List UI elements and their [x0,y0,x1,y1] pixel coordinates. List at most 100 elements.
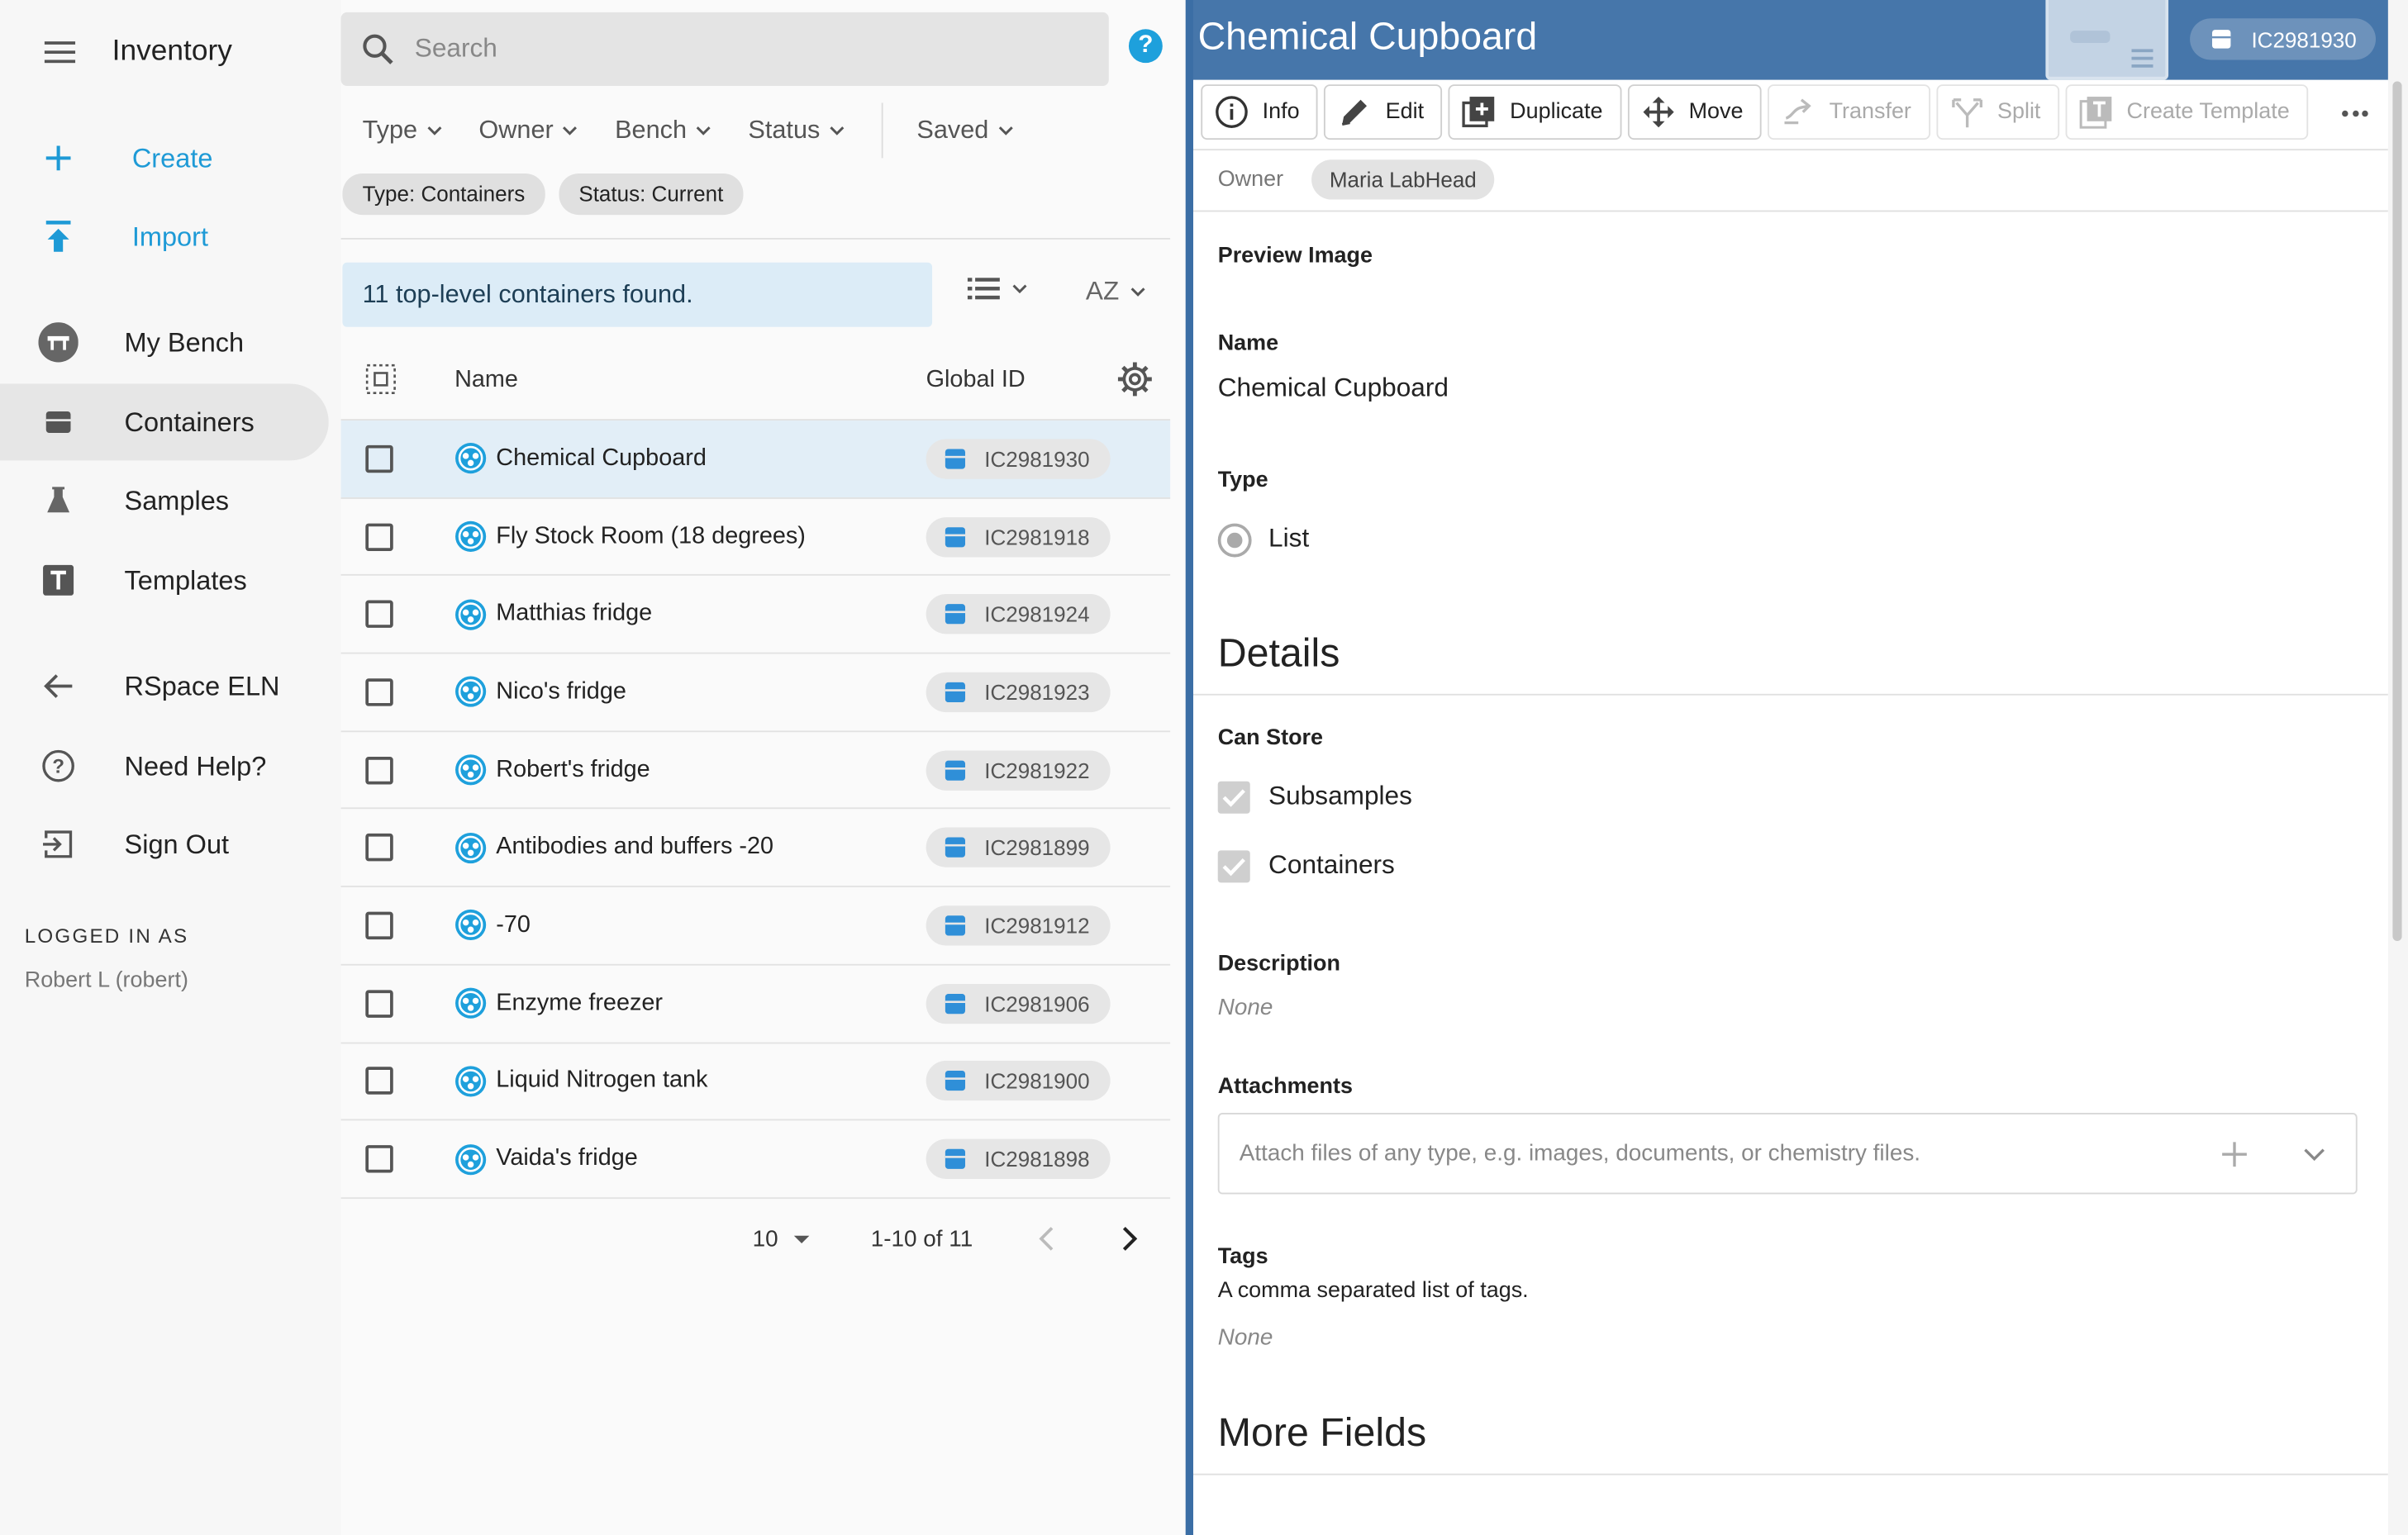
box-icon [945,759,966,781]
row-checkbox[interactable] [365,522,393,551]
row-checkbox[interactable] [365,834,393,862]
row-checkbox[interactable] [365,1067,393,1095]
row-name[interactable]: Fly Stock Room (18 degrees) [496,523,806,550]
row-name[interactable]: Liquid Nitrogen tank [496,1067,707,1095]
sidebar-item-templates[interactable]: Templates [0,542,329,619]
chevron-right-icon[interactable] [1118,1224,1140,1254]
row-name[interactable]: Antibodies and buffers -20 [496,834,773,861]
button-label: Transfer [1829,99,1911,125]
row-checkbox[interactable] [365,678,393,706]
create-label: Create [131,141,213,173]
table-row[interactable]: Enzyme freezer IC2981906 [340,965,1171,1043]
global-id-badge[interactable]: IC2981930 [2190,18,2376,60]
chevron-down-icon[interactable] [2302,1145,2327,1163]
filter-bench[interactable]: Bench [615,116,711,145]
plus-icon[interactable] [2220,1140,2248,1167]
row-name[interactable]: Robert's fridge [496,756,650,783]
gear-icon[interactable] [1116,361,1154,398]
sidebar-item-containers[interactable]: Containers [0,383,329,461]
row-checkbox[interactable] [365,756,393,784]
row-checkbox[interactable] [365,1145,393,1173]
table-row[interactable]: Antibodies and buffers -20 IC2981899 [340,810,1171,888]
link-sign-out[interactable]: Sign Out [0,806,329,882]
create-button[interactable]: Create [0,120,329,197]
search-icon [359,31,397,68]
table-row[interactable]: Fly Stock Room (18 degrees) IC2981918 [340,498,1171,577]
filter-chip[interactable]: Status: Current [559,173,744,216]
check-icon [1222,858,1245,877]
filter-status[interactable]: Status [748,116,845,145]
move-button[interactable]: Move [1627,84,1762,140]
filter-owner[interactable]: Owner [478,116,578,145]
transfer-button[interactable]: Transfer [1768,84,1930,140]
create-template-button[interactable]: Create Template [2065,84,2309,140]
row-checkbox[interactable] [365,444,393,473]
global-id-chip[interactable]: IC2981898 [926,1138,1111,1180]
global-id-chip[interactable]: IC2981924 [926,594,1111,634]
sidebar-item-my-bench[interactable]: My Bench [0,304,329,381]
column-header-name[interactable]: Name [454,366,518,393]
global-id-chip[interactable]: IC2981922 [926,749,1111,791]
table-row[interactable]: -70 IC2981912 [340,887,1171,966]
help-icon[interactable]: ? [1128,29,1163,64]
more-options-icon[interactable] [2342,110,2372,117]
global-id-chip[interactable]: IC2981899 [926,827,1111,868]
containers-checkbox [1217,850,1250,883]
shared-group-icon [455,910,487,941]
owner-chip[interactable]: Maria LabHead [1311,159,1496,200]
filter-chip[interactable]: Type: Containers [342,173,545,216]
row-name[interactable]: Chemical Cupboard [496,445,707,473]
check-icon [1222,789,1245,807]
row-name[interactable]: Nico's fridge [496,678,626,706]
link-need-help[interactable]: ? Need Help? [0,728,329,805]
edit-button[interactable]: Edit [1324,84,1443,140]
row-name[interactable]: -70 [496,912,531,939]
column-header-global-id[interactable]: Global ID [926,366,1026,393]
filter-type[interactable]: Type [363,116,442,145]
row-name[interactable]: Vaida's fridge [496,1145,637,1172]
menu-icon[interactable] [44,36,76,69]
chevron-down-icon [830,126,845,135]
box-icon [945,993,966,1014]
global-id-chip[interactable]: IC2981912 [926,905,1111,946]
row-checkbox[interactable] [365,600,393,629]
sort-button[interactable]: AZ [1086,276,1147,307]
global-id-chip[interactable]: IC2981906 [926,983,1111,1024]
global-id-text: IC2981898 [984,1146,1090,1171]
shared-group-icon [455,443,487,474]
row-name[interactable]: Enzyme freezer [496,990,663,1017]
table-row[interactable]: Robert's fridge IC2981922 [340,732,1171,810]
duplicate-button[interactable]: Duplicate [1448,84,1621,140]
import-button[interactable]: Import [0,198,329,275]
table-row[interactable]: Liquid Nitrogen tank IC2981900 [340,1043,1171,1121]
scrollbar-thumb[interactable] [2392,81,2402,941]
row-name[interactable]: Matthias fridge [496,601,652,628]
sidebar-item-samples[interactable]: Samples [0,462,329,539]
global-id-chip[interactable]: IC2981900 [926,1061,1111,1101]
attachments-field[interactable]: Attach files of any type, e.g. images, d… [1217,1113,2358,1195]
select-all-icon[interactable] [365,364,396,394]
chevron-left-icon[interactable] [1036,1224,1058,1254]
search-box[interactable]: Search [340,12,1109,87]
results-table-body: Chemical Cupboard IC2981930 Fly Stock Room… [340,421,1171,1199]
link-rspace-eln[interactable]: RSpace ELN [0,648,329,725]
global-id-chip[interactable]: IC2981918 [926,516,1111,557]
row-checkbox[interactable] [365,989,393,1018]
global-id-chip[interactable]: IC2981923 [926,672,1111,712]
table-row[interactable]: Chemical Cupboard IC2981930 [340,421,1171,499]
row-checkbox[interactable] [365,911,393,940]
view-toggle-button[interactable] [967,276,1029,301]
filter-bar: Type Owner Bench Status Saved [363,102,1050,159]
filter-saved[interactable]: Saved [916,116,1013,145]
table-row[interactable]: Nico's fridge IC2981923 [340,654,1171,732]
global-id-text: IC2981924 [984,601,1090,627]
table-row[interactable]: Matthias fridge IC2981924 [340,576,1171,654]
global-id-chip[interactable]: IC2981930 [926,439,1111,479]
shared-group-icon [455,987,487,1019]
rows-per-page-select[interactable]: 10 [753,1227,809,1252]
split-button[interactable]: Split [1935,84,2059,140]
search-input[interactable]: Search [415,34,497,64]
button-label: Move [1688,99,1744,125]
info-button[interactable]: Info [1201,84,1318,140]
table-row[interactable]: Vaida's fridge IC2981898 [340,1121,1171,1199]
